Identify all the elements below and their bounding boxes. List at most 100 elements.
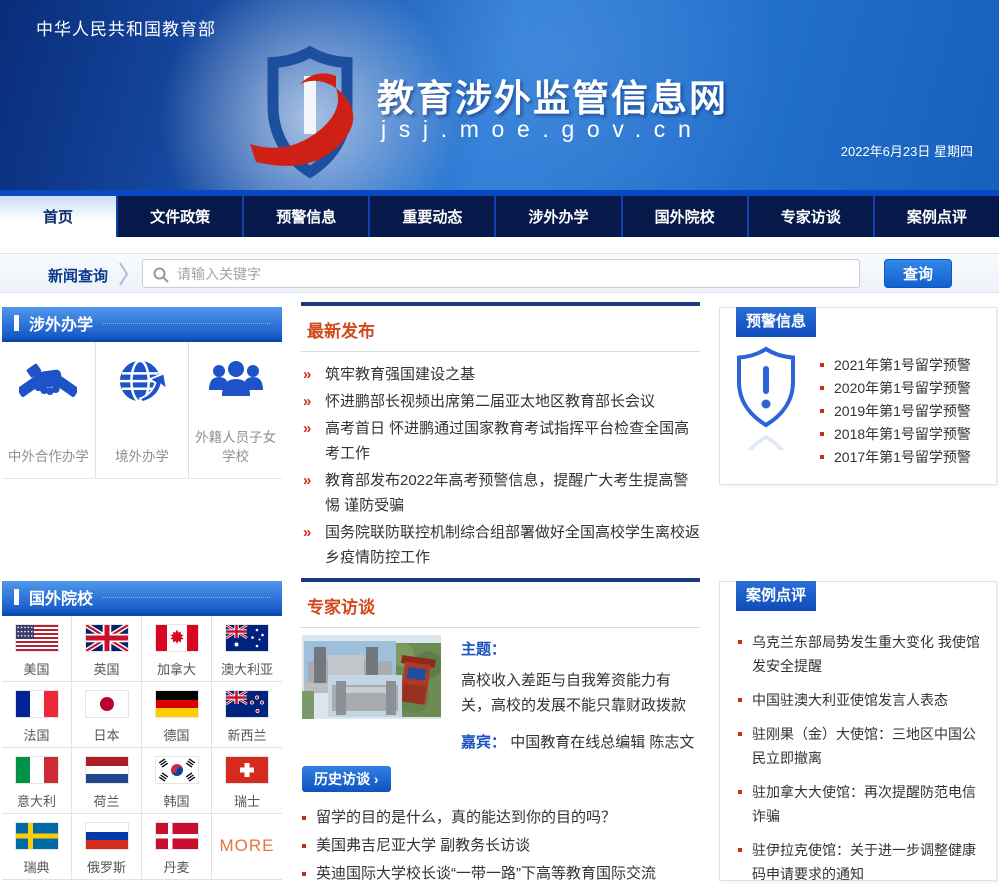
warning-item-1[interactable]: 2020年第1号留学预警 <box>820 377 988 400</box>
interview-item-0[interactable]: 留学的目的是什么，真的能达到你的目的吗？ <box>302 804 700 832</box>
country-label: 荷兰 <box>72 791 141 810</box>
more-label: MORE <box>212 823 282 869</box>
warning-item-0[interactable]: 2021年第1号留学预警 <box>820 354 988 377</box>
warning-item-4[interactable]: 2017年第1号留学预警 <box>820 446 988 469</box>
shield-alert-icon <box>733 346 799 455</box>
search-button[interactable]: 查询 <box>884 259 952 288</box>
site-logo-icon[interactable] <box>248 46 372 188</box>
country-cell-it[interactable]: 意大利 <box>2 748 72 814</box>
latest-news-list: 筑牢教育强国建设之基怀进鹏部长视频出席第二届亚太地区教育部长会议高考首日 怀进鹏… <box>301 362 700 570</box>
interview-item-2[interactable]: 英迪国际大学校长谈“一带一路”下高等教育国际交流 <box>302 860 700 884</box>
study-abroad-cells: 中外合作办学境外办学外籍人员子女学校 <box>2 342 282 479</box>
warning-info-title: 预警信息 <box>736 307 816 337</box>
study-abroad-header: 涉外办学 <box>2 307 282 342</box>
country-cell-nz[interactable]: 新西兰 <box>212 682 282 748</box>
nav-tab-5[interactable]: 国外院校 <box>623 196 749 237</box>
warning-item-2[interactable]: 2019年第1号留学预警 <box>820 400 988 423</box>
country-label: 瑞士 <box>212 791 282 810</box>
header-date: 2022年6月23日 星期四 <box>841 141 973 160</box>
nav-tab-4[interactable]: 涉外办学 <box>496 196 622 237</box>
foreign-schools-title: 国外院校 <box>29 585 93 609</box>
search-input[interactable] <box>177 261 852 286</box>
case-list: 乌克兰东部局势发生重大变化 我使馆发安全提醒中国驻澳大利亚使馆发言人表态驻刚果（… <box>736 630 984 884</box>
nav-tab-0[interactable]: 首页 <box>0 196 118 237</box>
latest-news-title: 最新发布 <box>301 306 700 352</box>
case-item-3[interactable]: 驻加拿大大使馆：再次提醒防范电信诈骗 <box>736 780 984 828</box>
news-item-1[interactable]: 怀进鹏部长视频出席第二届亚太地区教育部长会议 <box>301 389 700 414</box>
news-item-4[interactable]: 国务院联防联控机制综合组部署做好全国高校学生离校返乡疫情防控工作 <box>301 520 700 570</box>
ministry-link[interactable]: 中华人民共和国教育部 <box>36 15 216 40</box>
country-cell-fr[interactable]: 法国 <box>2 682 72 748</box>
flag-ru-icon <box>86 823 128 849</box>
foreign-schools-box: 国外院校 美国英国加拿大澳大利亚法国日本德国新西兰意大利荷兰韩国瑞士瑞典俄罗斯丹… <box>2 581 282 880</box>
nav-tab-6[interactable]: 专家访谈 <box>749 196 875 237</box>
study-abroad-cell-0[interactable]: 中外合作办学 <box>2 342 96 478</box>
country-label: 美国 <box>2 659 71 678</box>
search-icon <box>152 266 170 289</box>
country-cell-ca[interactable]: 加拿大 <box>142 616 212 682</box>
country-cell-ch[interactable]: 瑞士 <box>212 748 282 814</box>
country-cell-gb[interactable]: 英国 <box>72 616 142 682</box>
flag-fr-icon <box>16 691 58 717</box>
history-interviews-button[interactable]: 历史访谈 › <box>302 766 391 792</box>
flag-us-icon <box>16 625 58 651</box>
latest-news-section: 最新发布 筑牢教育强国建设之基怀进鹏部长视频出席第二届亚太地区教育部长会议高考首… <box>301 302 700 572</box>
news-item-3[interactable]: 教育部发布2022年高考预警信息，提醒广大考生提高警惕 谨防受骗 <box>301 468 700 518</box>
country-label: 瑞典 <box>2 857 71 876</box>
country-label: 丹麦 <box>142 857 211 876</box>
case-item-1[interactable]: 中国驻澳大利亚使馆发言人表态 <box>736 688 984 712</box>
country-cell-se[interactable]: 瑞典 <box>2 814 72 880</box>
flag-it-icon <box>16 757 58 783</box>
page: 中华人民共和国教育部 教育涉外监管信息网 jsj.moe.gov.cn 2022… <box>0 0 999 884</box>
news-item-0[interactable]: 筑牢教育强国建设之基 <box>301 362 700 387</box>
case-item-0[interactable]: 乌克兰东部局势发生重大变化 我使馆发安全提醒 <box>736 630 984 678</box>
nav-tab-1[interactable]: 文件政策 <box>118 196 244 237</box>
country-cell-ru[interactable]: 俄罗斯 <box>72 814 142 880</box>
country-cell-au[interactable]: 澳大利亚 <box>212 616 282 682</box>
nav-tab-3[interactable]: 重要动态 <box>370 196 496 237</box>
country-cell-dk[interactable]: 丹麦 <box>142 814 212 880</box>
interview-item-1[interactable]: 美国弗吉尼亚大学 副教务长访谈 <box>302 832 700 860</box>
chevron-right-icon <box>118 261 130 292</box>
header-dotted-line <box>103 597 270 598</box>
country-label: 加拿大 <box>142 659 211 678</box>
country-label: 新西兰 <box>212 725 282 744</box>
country-cell-de[interactable]: 德国 <box>142 682 212 748</box>
country-label: 意大利 <box>2 791 71 810</box>
country-label: 俄罗斯 <box>72 857 141 876</box>
warning-item-3[interactable]: 2018年第1号留学预警 <box>820 423 988 446</box>
flag-se-icon <box>16 823 58 849</box>
study-abroad-cell-1[interactable]: 境外办学 <box>96 342 190 478</box>
flag-de-icon <box>156 691 198 717</box>
flag-jp-icon <box>86 691 128 717</box>
flag-au-icon <box>226 625 268 651</box>
country-cell-us[interactable]: 美国 <box>2 616 72 682</box>
country-label: 英国 <box>72 659 141 678</box>
country-label: 法国 <box>2 725 71 744</box>
study-abroad-cell-2[interactable]: 外籍人员子女学校 <box>189 342 282 478</box>
header-dotted-line <box>103 323 270 324</box>
interview-details: 主题： 高校收入差距与自我筹资能力有关，高校的发展不能只靠财政拨款 <box>461 638 700 718</box>
nav-tab-7[interactable]: 案例点评 <box>875 196 999 237</box>
nav-tab-2[interactable]: 预警信息 <box>244 196 370 237</box>
study-abroad-cell-label: 中外合作办学 <box>6 447 91 466</box>
flag-nl-icon <box>86 757 128 783</box>
country-grid: 美国英国加拿大澳大利亚法国日本德国新西兰意大利荷兰韩国瑞士瑞典俄罗斯丹麦MORE <box>2 616 282 880</box>
case-item-4[interactable]: 驻伊拉克使馆：关于进一步调整健康码申请要求的通知 <box>736 838 984 884</box>
interview-photo[interactable] <box>302 635 441 719</box>
case-item-2[interactable]: 驻刚果（金）大使馆：三地区中国公民立即撤离 <box>736 722 984 770</box>
interview-topic-label: 主题： <box>461 638 700 659</box>
study-abroad-box: 涉外办学 中外合作办学境外办学外籍人员子女学校 <box>2 307 282 479</box>
interview-guest: 中国教育在线总编辑 陈志文 <box>510 734 694 751</box>
main-nav: 首页文件政策预警信息重要动态涉外办学国外院校专家访谈案例点评 <box>0 190 999 237</box>
interview-guest-label: 嘉宾： <box>461 734 506 751</box>
flag-gb-icon <box>86 625 128 651</box>
country-cell-kr[interactable]: 韩国 <box>142 748 212 814</box>
study-abroad-cell-label: 外籍人员子女学校 <box>193 428 278 466</box>
country-cell-jp[interactable]: 日本 <box>72 682 142 748</box>
country-cell-nl[interactable]: 荷兰 <box>72 748 142 814</box>
flag-dk-icon <box>156 823 198 849</box>
nav-tabs: 首页文件政策预警信息重要动态涉外办学国外院校专家访谈案例点评 <box>0 196 999 237</box>
country-more-button[interactable]: MORE <box>212 814 282 880</box>
news-item-2[interactable]: 高考首日 怀进鹏通过国家教育考试指挥平台检查全国高考工作 <box>301 416 700 466</box>
